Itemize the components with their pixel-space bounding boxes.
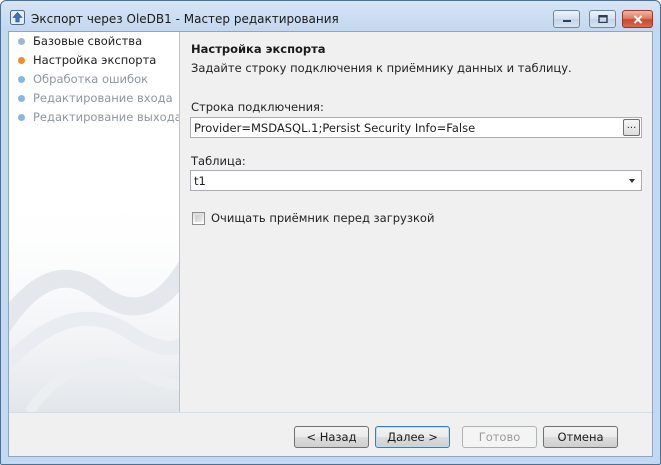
steps-sidebar: Базовые свойства Настройка экспорта Обра… <box>9 32 180 412</box>
step-label: Настройка экспорта <box>33 53 157 67</box>
step-error-handling[interactable]: Обработка ошибок <box>9 71 179 89</box>
step-content-panel: Настройка экспорта Задайте строку подклю… <box>180 32 652 412</box>
close-button[interactable] <box>622 10 653 28</box>
back-button[interactable]: < Назад <box>294 426 369 448</box>
clear-target-checkbox[interactable] <box>192 212 205 225</box>
wizard-window: Экспорт через OleDB1 - Мастер редактиров… <box>0 0 661 465</box>
connection-string-field[interactable]: Provider=MSDASQL.1;Persist Security Info… <box>190 117 642 138</box>
wizard-client-area: Базовые свойства Настройка экспорта Обра… <box>8 31 653 457</box>
connection-string-value: Provider=MSDASQL.1;Persist Security Info… <box>194 121 476 135</box>
app-icon <box>10 10 25 25</box>
step-done-dot-icon <box>18 38 25 45</box>
table-select[interactable]: t1 <box>190 170 642 191</box>
close-icon <box>633 14 642 24</box>
sidebar-background-pattern <box>9 32 179 412</box>
step-edit-input[interactable]: Редактирование входа <box>9 90 179 108</box>
cancel-button[interactable]: Отмена <box>543 426 618 448</box>
step-label: Редактирование входа <box>33 91 173 105</box>
table-selected-value: t1 <box>194 174 206 188</box>
table-label: Таблица: <box>191 154 246 168</box>
title-bar: Экспорт через OleDB1 - Мастер редактиров… <box>1 1 660 31</box>
maximize-icon <box>597 15 608 23</box>
step-pending-dot-icon <box>18 95 25 102</box>
page-title: Настройка экспорта <box>191 42 326 56</box>
step-label: Обработка ошибок <box>33 72 149 86</box>
minimize-button[interactable] <box>553 10 580 28</box>
step-label: Редактирование выхода <box>33 110 180 124</box>
step-basic-properties[interactable]: Базовые свойства <box>9 33 179 51</box>
step-label: Базовые свойства <box>33 34 143 48</box>
window-title: Экспорт через OleDB1 - Мастер редактиров… <box>31 12 339 26</box>
clear-target-label[interactable]: Очищать приёмник перед загрузкой <box>211 211 434 225</box>
chevron-down-icon[interactable] <box>629 179 635 183</box>
step-export-settings[interactable]: Настройка экспорта <box>9 52 179 70</box>
maximize-button[interactable] <box>589 10 616 28</box>
page-subtitle: Задайте строку подключения к приёмнику д… <box>191 61 572 75</box>
wizard-footer: < Назад Далее > Готово Отмена <box>9 413 652 456</box>
finish-button[interactable]: Готово <box>462 426 537 448</box>
step-edit-output[interactable]: Редактирование выхода <box>9 109 179 127</box>
browse-connection-button[interactable]: ... <box>623 119 640 136</box>
step-current-dot-icon <box>18 57 25 64</box>
next-button[interactable]: Далее > <box>375 426 450 448</box>
minimize-icon <box>562 20 571 22</box>
step-pending-dot-icon <box>18 114 25 121</box>
step-pending-dot-icon <box>18 76 25 83</box>
connection-string-label: Строка подключения: <box>191 100 324 114</box>
